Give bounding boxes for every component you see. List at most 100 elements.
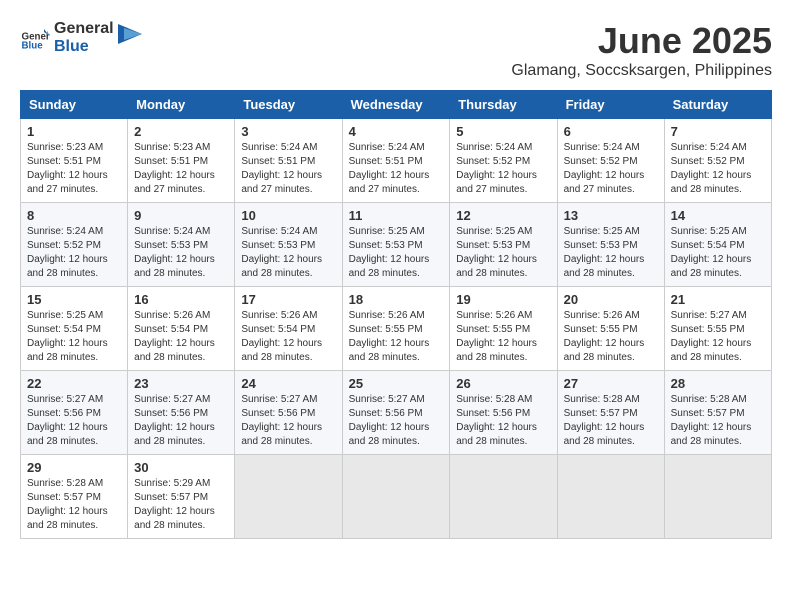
day-info: Sunrise: 5:27 AM Sunset: 5:55 PM Dayligh… xyxy=(671,309,765,365)
day-number: 3 xyxy=(241,124,335,139)
day-number: 20 xyxy=(564,292,658,307)
col-friday: Friday xyxy=(557,91,664,119)
table-row: 20 Sunrise: 5:26 AM Sunset: 5:55 PM Dayl… xyxy=(557,287,664,371)
col-thursday: Thursday xyxy=(450,91,557,119)
table-row xyxy=(450,455,557,539)
table-row: 21 Sunrise: 5:27 AM Sunset: 5:55 PM Dayl… xyxy=(664,287,771,371)
day-number: 14 xyxy=(671,208,765,223)
day-info: Sunrise: 5:28 AM Sunset: 5:57 PM Dayligh… xyxy=(27,477,121,533)
table-row: 14 Sunrise: 5:25 AM Sunset: 5:54 PM Dayl… xyxy=(664,203,771,287)
day-info: Sunrise: 5:25 AM Sunset: 5:53 PM Dayligh… xyxy=(349,225,444,281)
calendar-table: Sunday Monday Tuesday Wednesday Thursday… xyxy=(20,90,772,539)
table-row: 28 Sunrise: 5:28 AM Sunset: 5:57 PM Dayl… xyxy=(664,371,771,455)
day-number: 19 xyxy=(456,292,550,307)
day-number: 7 xyxy=(671,124,765,139)
day-info: Sunrise: 5:26 AM Sunset: 5:54 PM Dayligh… xyxy=(241,309,335,365)
day-info: Sunrise: 5:27 AM Sunset: 5:56 PM Dayligh… xyxy=(349,393,444,449)
day-info: Sunrise: 5:27 AM Sunset: 5:56 PM Dayligh… xyxy=(134,393,228,449)
day-info: Sunrise: 5:25 AM Sunset: 5:53 PM Dayligh… xyxy=(564,225,658,281)
month-title: June 2025 xyxy=(511,20,772,62)
day-info: Sunrise: 5:26 AM Sunset: 5:55 PM Dayligh… xyxy=(564,309,658,365)
day-number: 26 xyxy=(456,376,550,391)
day-info: Sunrise: 5:28 AM Sunset: 5:57 PM Dayligh… xyxy=(564,393,658,449)
calendar-header-row: Sunday Monday Tuesday Wednesday Thursday… xyxy=(21,91,772,119)
col-tuesday: Tuesday xyxy=(235,91,342,119)
table-row: 4 Sunrise: 5:24 AM Sunset: 5:51 PM Dayli… xyxy=(342,119,450,203)
day-number: 16 xyxy=(134,292,228,307)
day-number: 23 xyxy=(134,376,228,391)
logo-general: General xyxy=(54,20,114,38)
table-row: 25 Sunrise: 5:27 AM Sunset: 5:56 PM Dayl… xyxy=(342,371,450,455)
location-title: Glamang, Soccsksargen, Philippines xyxy=(511,62,772,80)
day-info: Sunrise: 5:28 AM Sunset: 5:57 PM Dayligh… xyxy=(671,393,765,449)
day-number: 24 xyxy=(241,376,335,391)
table-row: 10 Sunrise: 5:24 AM Sunset: 5:53 PM Dayl… xyxy=(235,203,342,287)
day-number: 29 xyxy=(27,460,121,475)
table-row xyxy=(235,455,342,539)
day-number: 15 xyxy=(27,292,121,307)
day-number: 28 xyxy=(671,376,765,391)
table-row: 26 Sunrise: 5:28 AM Sunset: 5:56 PM Dayl… xyxy=(450,371,557,455)
table-row: 2 Sunrise: 5:23 AM Sunset: 5:51 PM Dayli… xyxy=(128,119,235,203)
title-area: June 2025 Glamang, Soccsksargen, Philipp… xyxy=(511,20,772,80)
day-info: Sunrise: 5:25 AM Sunset: 5:53 PM Dayligh… xyxy=(456,225,550,281)
table-row: 1 Sunrise: 5:23 AM Sunset: 5:51 PM Dayli… xyxy=(21,119,128,203)
col-monday: Monday xyxy=(128,91,235,119)
day-info: Sunrise: 5:23 AM Sunset: 5:51 PM Dayligh… xyxy=(27,141,121,197)
table-row xyxy=(342,455,450,539)
table-row: 30 Sunrise: 5:29 AM Sunset: 5:57 PM Dayl… xyxy=(128,455,235,539)
day-number: 11 xyxy=(349,208,444,223)
day-number: 1 xyxy=(27,124,121,139)
table-row: 24 Sunrise: 5:27 AM Sunset: 5:56 PM Dayl… xyxy=(235,371,342,455)
day-number: 30 xyxy=(134,460,228,475)
table-row: 5 Sunrise: 5:24 AM Sunset: 5:52 PM Dayli… xyxy=(450,119,557,203)
day-number: 2 xyxy=(134,124,228,139)
col-wednesday: Wednesday xyxy=(342,91,450,119)
day-info: Sunrise: 5:24 AM Sunset: 5:52 PM Dayligh… xyxy=(456,141,550,197)
day-number: 13 xyxy=(564,208,658,223)
day-number: 4 xyxy=(349,124,444,139)
table-row: 19 Sunrise: 5:26 AM Sunset: 5:55 PM Dayl… xyxy=(450,287,557,371)
day-number: 8 xyxy=(27,208,121,223)
day-info: Sunrise: 5:24 AM Sunset: 5:52 PM Dayligh… xyxy=(27,225,121,281)
day-info: Sunrise: 5:24 AM Sunset: 5:53 PM Dayligh… xyxy=(134,225,228,281)
day-info: Sunrise: 5:24 AM Sunset: 5:53 PM Dayligh… xyxy=(241,225,335,281)
logo-icon: General Blue xyxy=(20,23,50,53)
day-info: Sunrise: 5:28 AM Sunset: 5:56 PM Dayligh… xyxy=(456,393,550,449)
logo: General Blue General Blue xyxy=(20,20,142,55)
day-number: 25 xyxy=(349,376,444,391)
logo-triangle-icon xyxy=(118,24,142,52)
table-row: 11 Sunrise: 5:25 AM Sunset: 5:53 PM Dayl… xyxy=(342,203,450,287)
table-row: 16 Sunrise: 5:26 AM Sunset: 5:54 PM Dayl… xyxy=(128,287,235,371)
day-number: 22 xyxy=(27,376,121,391)
col-sunday: Sunday xyxy=(21,91,128,119)
table-row: 9 Sunrise: 5:24 AM Sunset: 5:53 PM Dayli… xyxy=(128,203,235,287)
day-info: Sunrise: 5:26 AM Sunset: 5:54 PM Dayligh… xyxy=(134,309,228,365)
table-row: 22 Sunrise: 5:27 AM Sunset: 5:56 PM Dayl… xyxy=(21,371,128,455)
day-info: Sunrise: 5:25 AM Sunset: 5:54 PM Dayligh… xyxy=(27,309,121,365)
day-info: Sunrise: 5:26 AM Sunset: 5:55 PM Dayligh… xyxy=(456,309,550,365)
day-number: 9 xyxy=(134,208,228,223)
table-row: 27 Sunrise: 5:28 AM Sunset: 5:57 PM Dayl… xyxy=(557,371,664,455)
day-info: Sunrise: 5:26 AM Sunset: 5:55 PM Dayligh… xyxy=(349,309,444,365)
day-number: 5 xyxy=(456,124,550,139)
table-row: 17 Sunrise: 5:26 AM Sunset: 5:54 PM Dayl… xyxy=(235,287,342,371)
svg-text:Blue: Blue xyxy=(22,40,44,51)
day-info: Sunrise: 5:24 AM Sunset: 5:52 PM Dayligh… xyxy=(671,141,765,197)
table-row: 29 Sunrise: 5:28 AM Sunset: 5:57 PM Dayl… xyxy=(21,455,128,539)
day-info: Sunrise: 5:24 AM Sunset: 5:52 PM Dayligh… xyxy=(564,141,658,197)
table-row: 6 Sunrise: 5:24 AM Sunset: 5:52 PM Dayli… xyxy=(557,119,664,203)
day-info: Sunrise: 5:27 AM Sunset: 5:56 PM Dayligh… xyxy=(27,393,121,449)
table-row: 8 Sunrise: 5:24 AM Sunset: 5:52 PM Dayli… xyxy=(21,203,128,287)
table-row xyxy=(664,455,771,539)
day-number: 17 xyxy=(241,292,335,307)
table-row: 13 Sunrise: 5:25 AM Sunset: 5:53 PM Dayl… xyxy=(557,203,664,287)
day-info: Sunrise: 5:24 AM Sunset: 5:51 PM Dayligh… xyxy=(241,141,335,197)
col-saturday: Saturday xyxy=(664,91,771,119)
table-row: 15 Sunrise: 5:25 AM Sunset: 5:54 PM Dayl… xyxy=(21,287,128,371)
table-row: 7 Sunrise: 5:24 AM Sunset: 5:52 PM Dayli… xyxy=(664,119,771,203)
page-header: General Blue General Blue June 2025 Glam… xyxy=(20,20,772,80)
logo-blue: Blue xyxy=(54,38,114,56)
day-number: 10 xyxy=(241,208,335,223)
day-number: 18 xyxy=(349,292,444,307)
